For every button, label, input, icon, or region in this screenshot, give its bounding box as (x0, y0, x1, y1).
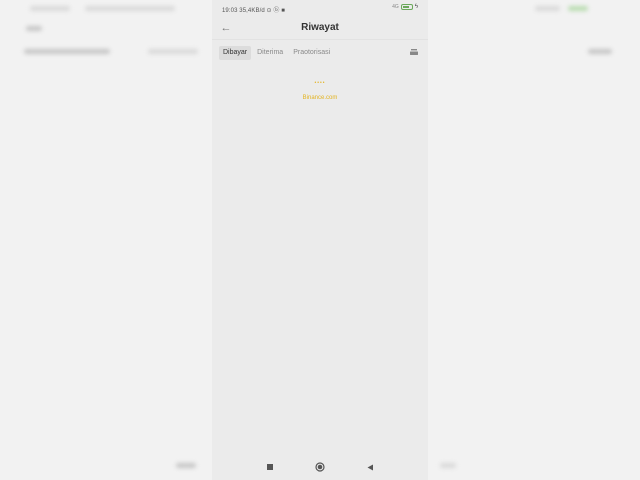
tab-dibayar[interactable]: Dibayar (219, 46, 252, 60)
circle-home-icon[interactable] (314, 461, 326, 473)
charging-icon: ϟ (414, 4, 418, 10)
app-header: ← Riwayat (212, 18, 428, 40)
header-divider (212, 39, 428, 40)
page-title: Riwayat (301, 22, 339, 33)
triangle-back-icon[interactable] (364, 461, 376, 473)
history-tabs: Dibayar Diterima Praotorisasi (219, 46, 334, 60)
phone-screen: 19:03 35,4KB/d ⊙ ⓑ ■ 4G ϟ ← Riwayat Diba… (212, 0, 428, 480)
tab-diterima[interactable]: Diterima (253, 46, 287, 60)
square-recents-icon[interactable] (264, 461, 276, 473)
loading-indicator: •••• (314, 80, 326, 86)
battery-level (402, 6, 409, 8)
status-time-speed: 19:03 35,4KB/d ⊙ ⓑ ■ (222, 8, 286, 14)
brand-text: Binance.com (302, 95, 338, 101)
status-bar: 19:03 35,4KB/d ⊙ ⓑ ■ 4G ϟ (212, 0, 428, 18)
signal-icon: 4G (392, 4, 399, 10)
system-navbar (212, 454, 428, 480)
tab-praotorisasi[interactable]: Praotorisasi (289, 46, 334, 60)
status-icons: 4G ϟ (392, 4, 418, 10)
battery-icon (400, 4, 413, 10)
filter-icon[interactable] (410, 48, 418, 56)
